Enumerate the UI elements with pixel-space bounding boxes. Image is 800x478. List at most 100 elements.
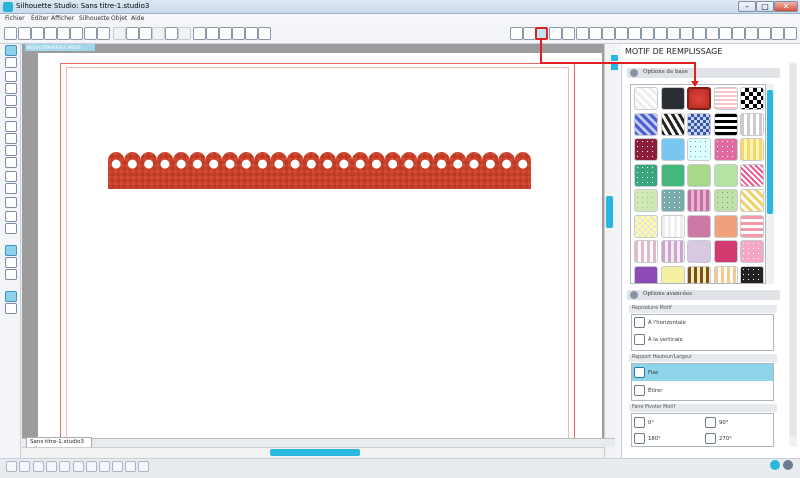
store-icon[interactable]: [70, 27, 83, 40]
pattern-swatch[interactable]: [634, 87, 658, 110]
advanced-options-header[interactable]: Options avancées: [627, 290, 780, 300]
pattern-swatch[interactable]: [713, 87, 738, 110]
collapse-arrow-icon[interactable]: [630, 69, 638, 77]
line-tool-icon[interactable]: [5, 71, 17, 82]
pattern-swatch[interactable]: [713, 214, 738, 238]
fill-color-icon[interactable]: [510, 27, 523, 40]
release-compound-icon[interactable]: [46, 461, 57, 472]
swatch-scroll-thumb[interactable]: [767, 90, 773, 214]
cut-icon[interactable]: [113, 27, 126, 40]
rotate-0-option[interactable]: 0°: [648, 420, 654, 426]
rotate-180-option[interactable]: 180°: [648, 436, 661, 442]
curve-tool-icon[interactable]: [5, 133, 17, 144]
maximize-button[interactable]: □: [756, 1, 774, 12]
save-icon[interactable]: [44, 27, 57, 40]
knife-tool-icon[interactable]: [5, 183, 17, 194]
new-file-icon[interactable]: [4, 27, 17, 40]
zoom-out-icon[interactable]: [219, 27, 232, 40]
rotate-90-option[interactable]: 90°: [719, 420, 728, 426]
offset-icon[interactable]: [667, 27, 680, 40]
rotate-270-icon[interactable]: [705, 433, 716, 444]
pattern-swatch[interactable]: [660, 87, 685, 110]
menu-silhouette[interactable]: Silhouette: [79, 15, 110, 22]
compound-icon[interactable]: [33, 461, 44, 472]
send-icon[interactable]: [745, 27, 758, 40]
ungroup-icon[interactable]: [19, 461, 30, 472]
pattern-swatch-grid[interactable]: [630, 84, 766, 284]
pattern-swatch[interactable]: [687, 240, 711, 263]
view-mode-icon[interactable]: [5, 291, 17, 302]
line-style-icon[interactable]: [576, 27, 589, 40]
text-icon[interactable]: [602, 27, 615, 40]
eraser-icon[interactable]: [5, 211, 17, 222]
menu-fichier[interactable]: Fichier: [5, 15, 25, 22]
pattern-swatch[interactable]: [740, 163, 764, 187]
transparency-icon[interactable]: [562, 27, 575, 40]
basic-options-header[interactable]: Options de base: [627, 68, 780, 78]
collapse-arrow-icon[interactable]: [630, 291, 638, 299]
pattern-swatch[interactable]: [634, 214, 658, 238]
fixed-option[interactable]: Fixe: [648, 370, 658, 376]
bring-front-icon[interactable]: [59, 461, 70, 472]
pattern-swatch[interactable]: [740, 189, 764, 212]
delete-icon[interactable]: [86, 461, 97, 472]
print-icon[interactable]: [84, 27, 97, 40]
eraser-tool-icon[interactable]: [5, 171, 17, 182]
align-icon[interactable]: [615, 27, 628, 40]
rotate-180-icon[interactable]: [634, 433, 645, 444]
rotate-90-icon[interactable]: [705, 417, 716, 428]
menu-afficher[interactable]: Afficher: [51, 15, 74, 22]
help-icon[interactable]: [783, 460, 793, 470]
pattern-swatch[interactable]: [713, 189, 738, 212]
text-style-icon[interactable]: [589, 27, 602, 40]
collapse-panel-icon[interactable]: [611, 55, 618, 61]
library-icon[interactable]: [57, 27, 70, 40]
pattern-swatch[interactable]: [740, 87, 764, 110]
zoom-drag-icon[interactable]: [232, 27, 245, 40]
weld-icon[interactable]: [112, 461, 123, 472]
document-tab[interactable]: Sans titre-1.studio3 x: [26, 437, 92, 451]
duplicate-icon[interactable]: [99, 461, 110, 472]
pattern-swatch[interactable]: [660, 240, 685, 263]
pattern-swatch[interactable]: [687, 214, 711, 238]
register-icon[interactable]: [706, 27, 719, 40]
redo-icon[interactable]: [178, 27, 191, 40]
send-back-icon[interactable]: [73, 461, 84, 472]
canvas-horizontal-scroll-thumb[interactable]: [270, 449, 360, 456]
panel-scroll-thumb[interactable]: [790, 64, 796, 436]
grid-icon[interactable]: [719, 27, 732, 40]
arc-tool-icon[interactable]: [5, 145, 17, 156]
modify-icon[interactable]: [654, 27, 667, 40]
online-store-icon[interactable]: [5, 269, 17, 280]
pattern-swatch[interactable]: [713, 163, 738, 187]
group-icon[interactable]: [6, 461, 17, 472]
close-button[interactable]: ✕: [774, 1, 798, 12]
pattern-swatch[interactable]: [740, 138, 764, 161]
text-tool-icon[interactable]: [5, 197, 17, 208]
stretch-option[interactable]: Étirer: [648, 388, 662, 394]
zoom-fit-icon[interactable]: [245, 27, 258, 40]
settings-gear-icon[interactable]: [770, 460, 780, 470]
copy-icon[interactable]: [126, 27, 139, 40]
pattern-swatch[interactable]: [687, 138, 711, 161]
library-panel-icon[interactable]: [771, 27, 784, 40]
offset-bottom-icon[interactable]: [138, 461, 149, 472]
cut-send-icon[interactable]: [97, 27, 110, 40]
pattern-swatch[interactable]: [687, 265, 711, 283]
stretch-icon[interactable]: [634, 385, 645, 396]
pattern-swatch[interactable]: [660, 214, 685, 238]
menu-aide[interactable]: Aide: [131, 15, 144, 22]
pattern-swatch[interactable]: [660, 265, 685, 283]
pattern-swatch[interactable]: [634, 265, 658, 283]
canvas-vertical-scrollbar[interactable]: [604, 44, 615, 458]
menu-editer[interactable]: Éditer: [31, 15, 49, 22]
pattern-swatch[interactable]: [713, 265, 738, 283]
pattern-swatch[interactable]: [660, 138, 685, 161]
zoom-in-icon[interactable]: [206, 27, 219, 40]
pan-icon[interactable]: [193, 27, 206, 40]
minimize-button[interactable]: –: [738, 1, 756, 12]
pattern-swatch[interactable]: [713, 240, 738, 263]
pattern-swatch[interactable]: [740, 240, 764, 263]
pattern-swatch[interactable]: [687, 112, 711, 136]
pattern-swatch[interactable]: [634, 163, 658, 187]
